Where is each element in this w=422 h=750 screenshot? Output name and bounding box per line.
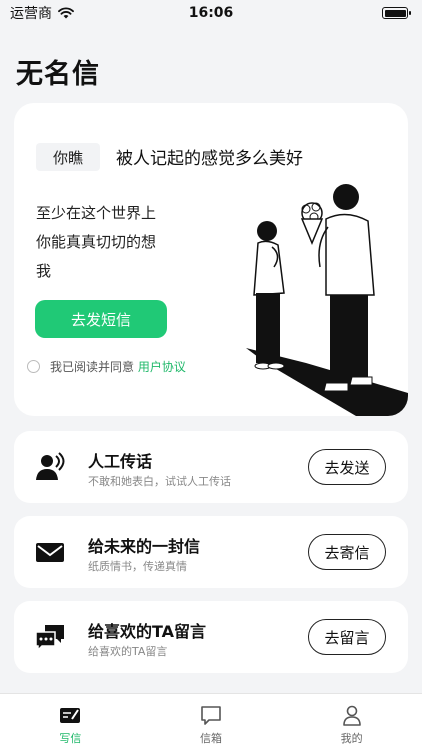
leave-message-button[interactable]: 去留言 xyxy=(308,619,386,655)
clock: 16:06 xyxy=(188,5,234,21)
message-box-icon xyxy=(201,706,221,725)
tab-mailbox[interactable]: 信箱 xyxy=(141,694,282,750)
send-button[interactable]: 去发送 xyxy=(308,449,386,485)
page-title: 无名信 xyxy=(16,59,100,90)
chat-bubbles-icon xyxy=(35,625,64,652)
agreement-checkbox[interactable] xyxy=(27,360,40,373)
hero-body-line: 你能真真切切的想 xyxy=(36,233,157,251)
card-subtitle: 不敢和她表白，试试人工传话 xyxy=(88,475,231,488)
agreement-row: 我已阅读并同意 用户协议 xyxy=(27,358,186,375)
envelope-icon xyxy=(36,543,64,562)
couple-illustration xyxy=(246,184,408,416)
tab-write[interactable]: 写信 xyxy=(0,694,141,750)
status-bar: 运营商 16:06 xyxy=(0,0,422,26)
tab-profile[interactable]: 我的 xyxy=(281,694,422,750)
card-leave-message: 给喜欢的TA留言 给喜欢的TA留言 去留言 xyxy=(14,601,408,673)
tab-label: 信箱 xyxy=(200,732,222,745)
person-voice-icon xyxy=(36,452,65,480)
hero-tag: 你瞧 xyxy=(36,143,100,171)
battery-icon xyxy=(382,7,411,19)
tab-label: 写信 xyxy=(59,732,82,745)
card-title: 人工传话 xyxy=(88,452,153,471)
hero-body-line: 我 xyxy=(36,262,52,280)
card-title: 给未来的一封信 xyxy=(88,537,201,556)
user-agreement-link[interactable]: 用户协议 xyxy=(138,360,186,374)
write-letter-icon xyxy=(60,708,81,723)
card-future-letter: 给未来的一封信 纸质情书，传递真情 去寄信 xyxy=(14,516,408,588)
tab-label: 我的 xyxy=(340,732,363,745)
hero-card: 你瞧 被人记起的感觉多么美好 至少在这个世界上 你能真真切切的想 我 去发短信 … xyxy=(14,103,408,416)
card-subtitle: 纸质情书，传递真情 xyxy=(88,560,187,573)
man-head xyxy=(333,184,359,210)
hero-body-line: 至少在这个世界上 xyxy=(36,204,157,222)
card-subtitle: 给喜欢的TA留言 xyxy=(88,645,168,658)
tab-bar: 写信 信箱 我的 xyxy=(0,693,422,750)
carrier-label: 运营商 xyxy=(10,6,52,22)
hero-headline: 被人记起的感觉多么美好 xyxy=(116,149,303,169)
woman-head xyxy=(257,221,277,241)
wifi-icon xyxy=(58,7,74,19)
profile-icon xyxy=(342,705,361,726)
card-human-relay: 人工传话 不敢和她表白，试试人工传话 去发送 xyxy=(14,431,408,503)
mail-letter-button[interactable]: 去寄信 xyxy=(308,534,386,570)
hero-body: 至少在这个世界上 你能真真切切的想 我 xyxy=(36,199,186,286)
agreement-text: 我已阅读并同意 xyxy=(50,360,135,374)
card-title: 给喜欢的TA留言 xyxy=(88,622,207,641)
send-sms-button[interactable]: 去发短信 xyxy=(35,300,167,338)
